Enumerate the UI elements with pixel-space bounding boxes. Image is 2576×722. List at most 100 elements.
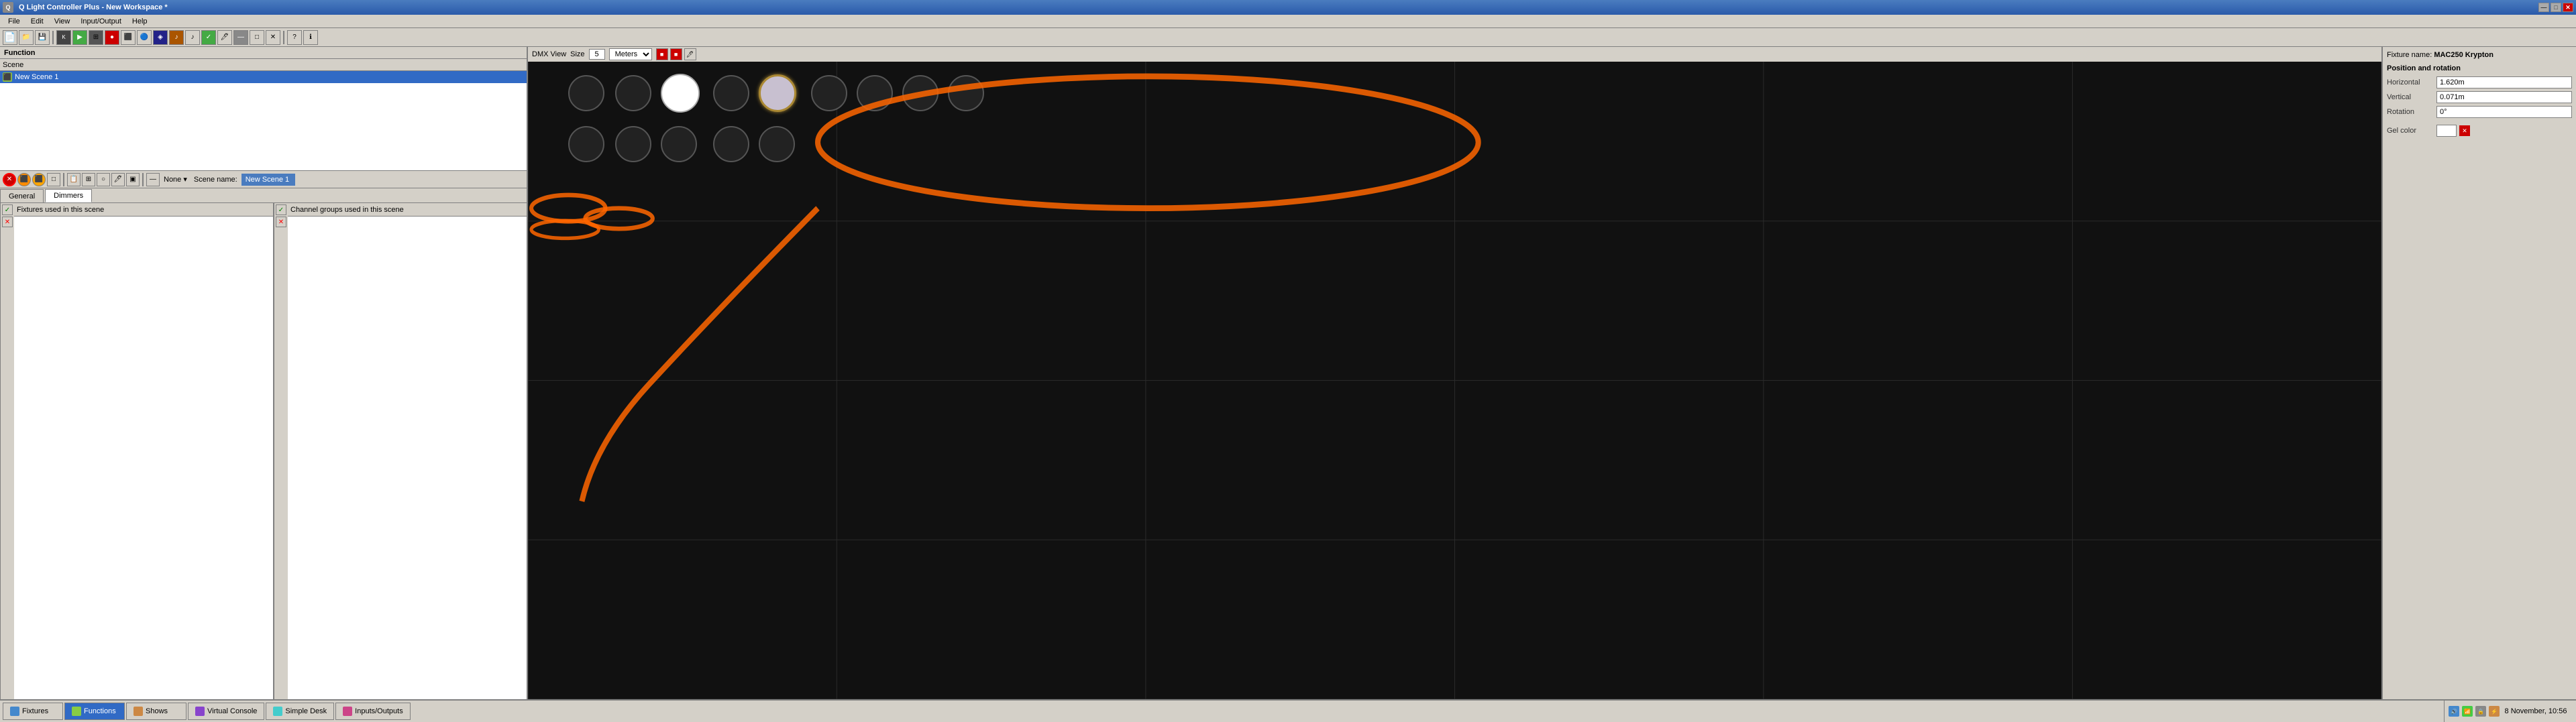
- dmx-icon-1[interactable]: ■: [656, 48, 668, 60]
- taskbar-tab-functions[interactable]: Functions: [64, 703, 125, 720]
- taskbar-tabs: Fixtures Functions Shows Virtual Console…: [3, 703, 2444, 720]
- left-list-controls: ✓ ✕: [0, 203, 14, 699]
- add-channel-btn[interactable]: ✓: [276, 204, 286, 215]
- main-content: Function Scene ⬛ New Scene 1: [0, 47, 2576, 699]
- toolbar-btn-7[interactable]: ◈: [153, 30, 168, 45]
- gel-color-swatch[interactable]: [2436, 125, 2457, 137]
- fixture-1[interactable]: [568, 75, 604, 111]
- editor-stop-btn[interactable]: ✕: [3, 173, 16, 186]
- dmx-pencil-icon[interactable]: 🖊: [684, 48, 696, 60]
- vertical-input[interactable]: [2440, 93, 2569, 101]
- app-window: Q Q Light Controller Plus - New Workspac…: [0, 0, 2576, 722]
- toolbar-btn-8[interactable]: ♪: [169, 30, 184, 45]
- fixture-2[interactable]: [615, 75, 651, 111]
- maximize-button[interactable]: □: [2551, 3, 2561, 12]
- toolbar-sep-1: [52, 31, 54, 44]
- functions-tab-label: Functions: [84, 707, 116, 715]
- gel-close-button[interactable]: ✕: [2459, 125, 2470, 136]
- fixture-12[interactable]: [661, 126, 697, 162]
- channels-used-label: Channel groups used in this scene: [290, 206, 404, 214]
- toolbar-save[interactable]: 💾: [35, 30, 50, 45]
- editor-btn-8[interactable]: 🖊: [111, 173, 125, 186]
- editor-btn-4[interactable]: □: [47, 173, 60, 186]
- fixture-14[interactable]: [759, 126, 795, 162]
- toolbar-btn-10[interactable]: ✓: [201, 30, 216, 45]
- toolbar-btn-12[interactable]: —: [233, 30, 248, 45]
- fixture-name-label: Fixture name: MAC250 Krypton: [2387, 51, 2572, 59]
- menu-edit[interactable]: Edit: [25, 16, 49, 27]
- taskbar-tab-io[interactable]: Inputs/Outputs: [335, 703, 411, 720]
- editor-btn-9[interactable]: ▣: [126, 173, 140, 186]
- toolbar-btn-9[interactable]: ♪: [185, 30, 200, 45]
- toolbar-open[interactable]: 📁: [19, 30, 34, 45]
- toolbar-btn-4[interactable]: ●: [105, 30, 119, 45]
- fixture-3[interactable]: [661, 74, 700, 113]
- fixtures-list: Fixtures used in this scene: [14, 203, 274, 699]
- editor-panel: ✕ ⬛ ⬛ □ 📋 ⊞ ○ 🖊 ▣ — None ▾ Scene name: N…: [0, 171, 527, 699]
- position-title: Position and rotation: [2387, 64, 2572, 72]
- editor-btn-2[interactable]: ⬛: [17, 173, 31, 186]
- horizontal-input[interactable]: [2440, 78, 2569, 86]
- dmx-size-value[interactable]: 5: [589, 49, 605, 60]
- menu-file[interactable]: File: [3, 16, 25, 27]
- show-tab-icon: [133, 707, 143, 716]
- toolbar-btn-14[interactable]: ✕: [266, 30, 280, 45]
- vertical-value[interactable]: [2436, 91, 2572, 103]
- toolbar-btn-3[interactable]: ⊞: [89, 30, 103, 45]
- toolbar-btn-11[interactable]: 🖊: [217, 30, 232, 45]
- close-button[interactable]: ✕: [2563, 3, 2573, 12]
- dmx-icon-2[interactable]: ■: [670, 48, 682, 60]
- toolbar-btn-2[interactable]: ▶: [72, 30, 87, 45]
- toolbar-help[interactable]: ?: [287, 30, 302, 45]
- gel-color-label: Gel color: [2387, 127, 2434, 135]
- rotation-input[interactable]: [2440, 108, 2569, 116]
- editor-btn-7[interactable]: ○: [97, 173, 110, 186]
- editor-btn-3[interactable]: ⬛: [32, 173, 46, 186]
- taskbar-tab-virtual-console[interactable]: Virtual Console: [188, 703, 264, 720]
- remove-channel-btn[interactable]: ✕: [276, 217, 286, 227]
- menu-view[interactable]: View: [49, 16, 76, 27]
- editor-btn-6[interactable]: ⊞: [82, 173, 95, 186]
- none-dropdown-label: None ▾: [161, 175, 190, 184]
- rotation-value[interactable]: [2436, 106, 2572, 118]
- fixture-7[interactable]: [857, 75, 893, 111]
- remove-fixture-btn[interactable]: ✕: [2, 217, 13, 227]
- fixture-4[interactable]: [713, 75, 749, 111]
- vertical-row: Vertical: [2387, 91, 2572, 103]
- fixture-5[interactable]: [759, 74, 796, 112]
- menu-help[interactable]: Help: [127, 16, 153, 27]
- editor-btn-5[interactable]: 📋: [67, 173, 80, 186]
- rotation-label: Rotation: [2387, 108, 2434, 116]
- fixture-10[interactable]: [568, 126, 604, 162]
- toolbar-btn-6[interactable]: 🔵: [137, 30, 152, 45]
- fixture-11[interactable]: [615, 126, 651, 162]
- toolbar-new[interactable]: 📄: [3, 30, 17, 45]
- taskbar-tab-simple-desk[interactable]: Simple Desk: [266, 703, 334, 720]
- app-icon: Q: [3, 2, 13, 13]
- scene-item-1[interactable]: ⬛ New Scene 1: [0, 71, 527, 83]
- scene-icon-1: ⬛: [3, 72, 12, 82]
- channels-list: Channel groups used in this scene: [288, 203, 527, 699]
- fixture-6[interactable]: [811, 75, 847, 111]
- fixture-name-value: MAC250 Krypton: [2434, 51, 2493, 59]
- editor-btn-10[interactable]: —: [146, 173, 160, 186]
- function-section: Function Scene ⬛ New Scene 1: [0, 47, 527, 171]
- fixture-9[interactable]: [948, 75, 984, 111]
- tab-general[interactable]: General: [0, 189, 44, 202]
- minimize-button[interactable]: —: [2538, 3, 2549, 12]
- taskbar-tab-fixtures[interactable]: Fixtures: [3, 703, 63, 720]
- toolbar-btn-1[interactable]: K: [56, 30, 71, 45]
- menu-io[interactable]: Input/Output: [75, 16, 127, 27]
- horizontal-value[interactable]: [2436, 76, 2572, 88]
- toolbar-btn-5[interactable]: ⬛: [121, 30, 136, 45]
- add-fixture-btn[interactable]: ✓: [2, 204, 13, 215]
- tab-dimmers[interactable]: Dimmers: [45, 189, 92, 202]
- toolbar-info[interactable]: ℹ: [303, 30, 318, 45]
- dmx-grid[interactable]: [528, 62, 2381, 699]
- fixture-8[interactable]: [902, 75, 938, 111]
- toolbar-btn-13[interactable]: □: [250, 30, 264, 45]
- dmx-units-select[interactable]: Meters Feet: [609, 48, 652, 60]
- fixture-13[interactable]: [713, 126, 749, 162]
- taskbar-tab-shows[interactable]: Shows: [126, 703, 186, 720]
- taskbar: Fixtures Functions Shows Virtual Console…: [0, 699, 2576, 722]
